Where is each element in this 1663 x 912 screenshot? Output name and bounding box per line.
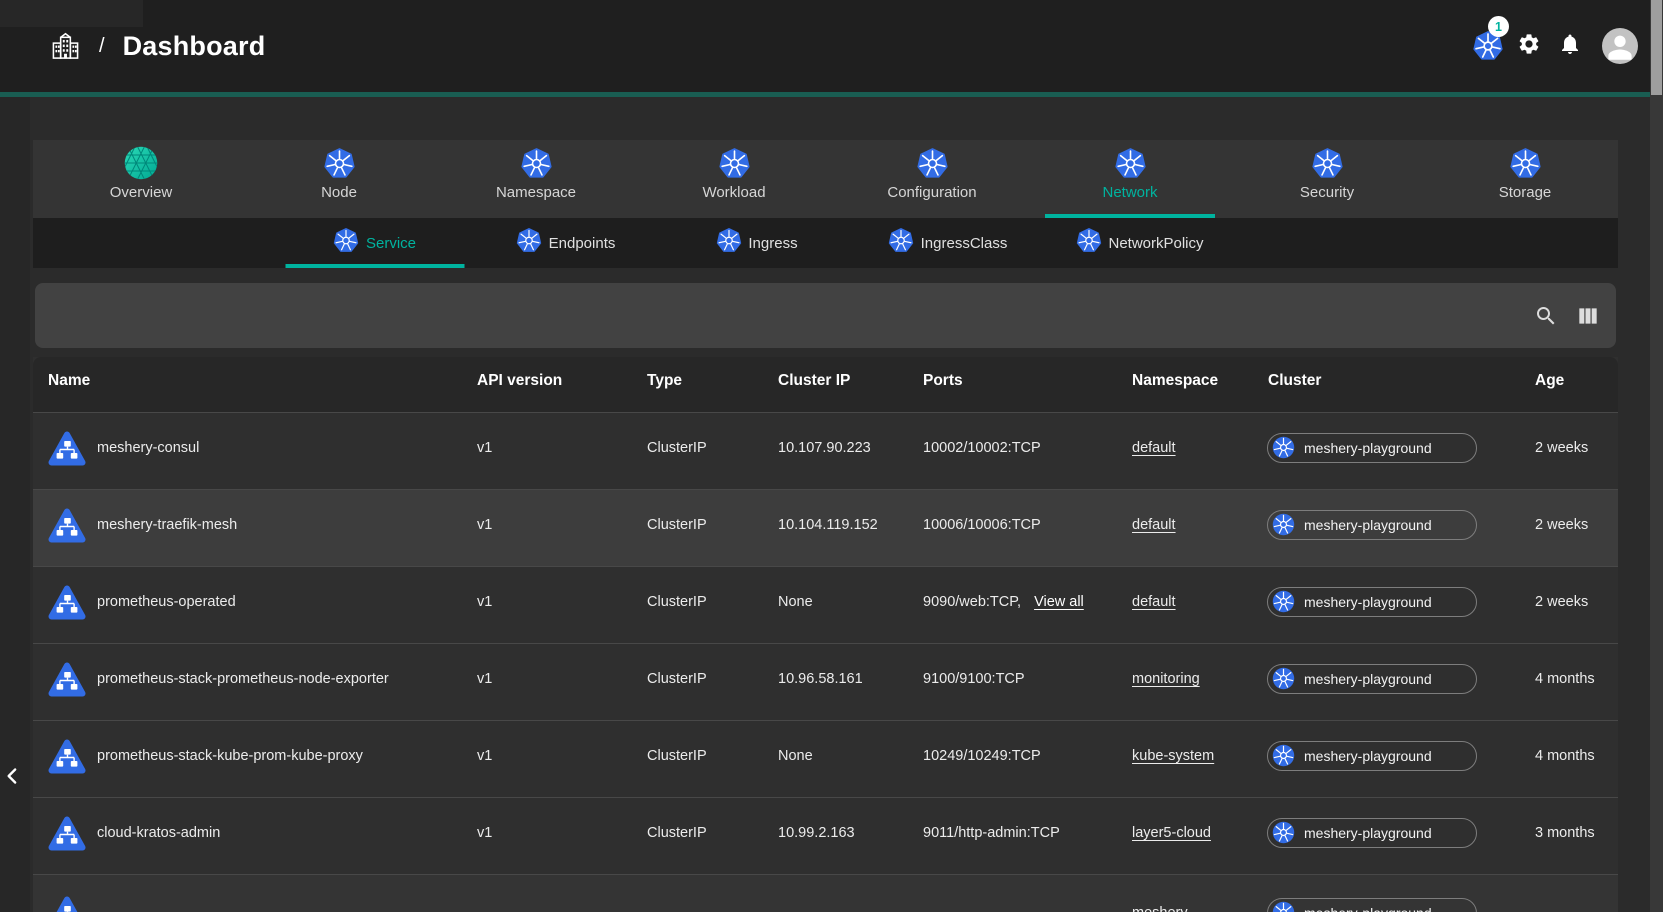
- table-row[interactable]: meshery-traefik-mesh v1 ClusterIP 10.104…: [33, 489, 1618, 566]
- cluster-chip[interactable]: meshery-playground: [1267, 433, 1477, 463]
- kubernetes-icon: [917, 147, 948, 179]
- context-count-badge: 1: [1488, 16, 1509, 37]
- namespace-link[interactable]: default: [1132, 594, 1176, 610]
- table-row[interactable]: meshery-consul v1 ClusterIP 10.107.90.22…: [33, 412, 1618, 489]
- table-row[interactable]: prometheus-stack-kube-prom-kube-proxy v1…: [33, 720, 1618, 797]
- tab-network[interactable]: Network: [1035, 140, 1225, 218]
- breadcrumb-separator: /: [99, 35, 105, 58]
- search-icon[interactable]: [1534, 304, 1558, 328]
- column-header-ports[interactable]: Ports: [923, 357, 1132, 390]
- tab-storage[interactable]: Storage: [1430, 140, 1620, 218]
- page-title: Dashboard: [123, 31, 266, 62]
- organization-icon[interactable]: [50, 32, 81, 61]
- table-row[interactable]: prometheus-stack-prometheus-node-exporte…: [33, 643, 1618, 720]
- kubernetes-icon: [1272, 901, 1295, 912]
- service-icon: [48, 895, 86, 912]
- cluster-chip[interactable]: meshery-playground: [1267, 510, 1477, 540]
- view-columns-icon[interactable]: [1575, 303, 1601, 329]
- view-all-ports-link[interactable]: View all: [1034, 594, 1084, 610]
- resource-subtabs: Service Endpoints Ingress IngressClass N: [33, 218, 1618, 268]
- kubernetes-icon: [1510, 147, 1541, 179]
- cluster-chip[interactable]: meshery-playground: [1267, 664, 1477, 694]
- kubernetes-icon: [889, 228, 914, 258]
- kubernetes-icon: [517, 228, 542, 258]
- kubernetes-icon: [1076, 228, 1101, 258]
- tab-node[interactable]: Node: [244, 140, 434, 218]
- namespace-link[interactable]: kube-system: [1132, 748, 1214, 764]
- kubernetes-icon: [1272, 667, 1295, 690]
- table-header-row: NameAPI versionTypeCluster IPPortsNamesp…: [33, 357, 1618, 412]
- table-row[interactable]: cloud-kratos-admin v1 ClusterIP 10.99.2.…: [33, 797, 1618, 874]
- kubernetes-icon: [719, 147, 750, 179]
- cluster-chip[interactable]: meshery-playground: [1267, 587, 1477, 617]
- tab-configuration[interactable]: Configuration: [837, 140, 1027, 218]
- cluster-chip[interactable]: meshery-playground: [1267, 818, 1477, 848]
- app-header: / Dashboard 1: [0, 0, 1663, 92]
- kubernetes-icon: [1115, 147, 1146, 179]
- user-avatar[interactable]: [1602, 28, 1638, 64]
- column-header-cluster-ip[interactable]: Cluster IP: [778, 357, 923, 390]
- kubernetes-icon: [1312, 147, 1343, 179]
- namespace-link[interactable]: meshery: [1132, 905, 1188, 912]
- notifications-bell-icon[interactable]: [1558, 32, 1582, 56]
- namespace-link[interactable]: default: [1132, 517, 1176, 533]
- settings-gear-icon[interactable]: [1517, 32, 1541, 56]
- left-rail: [0, 97, 30, 912]
- kubernetes-icon: [521, 147, 552, 179]
- tab-namespace[interactable]: Namespace: [441, 140, 631, 218]
- cluster-chip[interactable]: meshery-playground: [1267, 898, 1477, 912]
- tab-workload[interactable]: Workload: [639, 140, 829, 218]
- subtab-endpoints[interactable]: Endpoints: [471, 218, 662, 268]
- service-icon: [48, 815, 86, 851]
- subtab-networkpolicy[interactable]: NetworkPolicy: [1045, 218, 1236, 268]
- table-row[interactable]: prometheus-operated v1 ClusterIP None 90…: [33, 566, 1618, 643]
- scrollbar-thumb[interactable]: [1651, 0, 1662, 95]
- column-header-namespace[interactable]: Namespace: [1132, 357, 1262, 390]
- header-accent-divider: [0, 92, 1650, 97]
- kubernetes-icon: [1272, 436, 1295, 459]
- service-icon: [48, 430, 86, 466]
- tab-security[interactable]: Security: [1232, 140, 1422, 218]
- service-icon: [48, 584, 86, 620]
- service-icon: [48, 738, 86, 774]
- subtab-ingressclass[interactable]: IngressClass: [853, 218, 1044, 268]
- column-header-api-version[interactable]: API version: [477, 357, 647, 390]
- column-header-cluster[interactable]: Cluster: [1262, 357, 1535, 390]
- table-toolbar: [35, 283, 1616, 348]
- cluster-chip[interactable]: meshery-playground: [1267, 741, 1477, 771]
- column-header-age[interactable]: Age: [1535, 357, 1618, 390]
- kubernetes-icon: [324, 147, 355, 179]
- subtab-service[interactable]: Service: [280, 218, 471, 268]
- kubernetes-icon: [1272, 590, 1295, 613]
- kubernetes-icon: [334, 228, 359, 258]
- page-scrollbar[interactable]: [1650, 0, 1663, 912]
- meshery-icon: [124, 147, 158, 179]
- resource-category-tabs: Overview Node Namespace Workload Configu: [33, 140, 1618, 218]
- kubernetes-icon: [1272, 744, 1295, 767]
- namespace-link[interactable]: layer5-cloud: [1132, 825, 1211, 841]
- services-table: NameAPI versionTypeCluster IPPortsNamesp…: [33, 357, 1618, 912]
- column-header-name[interactable]: Name: [33, 357, 477, 390]
- kubernetes-icon: [716, 228, 741, 258]
- kubernetes-icon: [1272, 821, 1295, 844]
- namespace-link[interactable]: default: [1132, 440, 1176, 456]
- service-icon: [48, 507, 86, 543]
- tab-overview[interactable]: Overview: [46, 140, 236, 218]
- column-header-type[interactable]: Type: [647, 357, 778, 390]
- service-icon: [48, 661, 86, 697]
- collapse-drawer-chevron-icon[interactable]: [0, 763, 26, 789]
- table-row[interactable]: meshery meshery-playground: [33, 874, 1618, 912]
- subtab-ingress[interactable]: Ingress: [662, 218, 853, 268]
- kubernetes-icon: [1272, 513, 1295, 536]
- namespace-link[interactable]: monitoring: [1132, 671, 1200, 687]
